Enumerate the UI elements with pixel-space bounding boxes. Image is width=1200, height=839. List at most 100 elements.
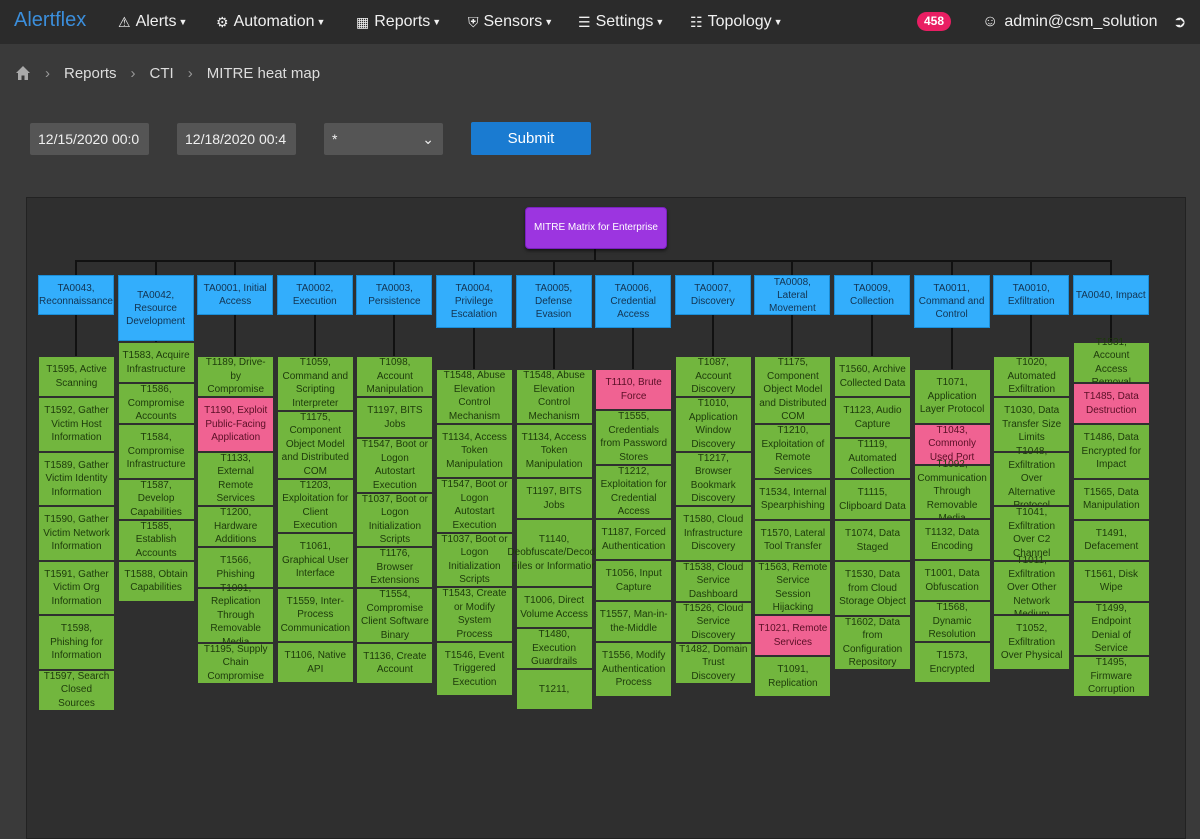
technique-cell[interactable]: T1134, Access Token Manipulation [515, 423, 593, 478]
technique-cell[interactable]: T1570, Lateral Tool Transfer [754, 519, 832, 561]
technique-cell[interactable]: T1115, Clipboard Data [834, 479, 911, 520]
technique-cell[interactable]: T1061, Graphical User Interface [276, 533, 354, 588]
technique-cell[interactable]: T1588, Obtain Capabilities [117, 560, 195, 602]
technique-cell[interactable]: T1098, Account Manipulation [356, 356, 434, 397]
technique-cell[interactable]: T1030, Data Transfer Size Limits [993, 397, 1071, 452]
technique-cell[interactable]: T1087, Account Discovery [674, 356, 752, 397]
sensor-select[interactable]: * ⌄ [324, 123, 443, 155]
technique-cell[interactable]: T1071, Application Layer Protocol [913, 369, 991, 424]
technique-cell[interactable]: T1559, Inter-Process Communication [276, 587, 354, 642]
technique-cell[interactable]: T1480, Execution Guardrails [515, 628, 593, 669]
technique-cell[interactable]: T1041, Exfiltration Over C2 Channel [993, 506, 1071, 561]
tactic-header[interactable]: TA0001, Initial Access [197, 275, 274, 315]
technique-cell[interactable]: T1037, Boot or Logon Initialization Scri… [356, 492, 434, 547]
technique-cell[interactable]: T1197, BITS Jobs [356, 397, 434, 438]
technique-cell[interactable]: T1123, Audio Capture [834, 397, 911, 438]
technique-cell[interactable]: T1176, Browser Extensions [356, 547, 434, 588]
technique-cell[interactable]: T1203, Exploitation for Client Execution [276, 478, 354, 533]
technique-cell[interactable]: T1563, Remote Service Session Hijacking [754, 560, 832, 615]
technique-cell[interactable]: T1175, Component Object Model and Distri… [276, 410, 354, 479]
brand-logo[interactable]: Alertflex [14, 9, 86, 32]
technique-cell[interactable]: T1543, Create or Modify System Process [436, 587, 513, 642]
technique-cell[interactable]: T1110, Brute Force [595, 369, 673, 410]
technique-cell[interactable]: T1555, Credentials from Password Stores [595, 410, 673, 465]
technique-cell[interactable]: T1195, Supply Chain Compromise [197, 642, 275, 684]
technique-cell[interactable]: T1037, Boot or Logon Initialization Scri… [436, 532, 513, 587]
technique-cell[interactable]: T1190, Exploit Public-Facing Application [197, 397, 275, 452]
technique-cell[interactable]: T1210, Exploitation of Remote Services [754, 424, 832, 479]
technique-cell[interactable]: T1011, Exfiltration Over Other Network M… [993, 555, 1071, 620]
technique-cell[interactable]: T1056, Input Capture [595, 560, 673, 601]
technique-cell[interactable]: T1187, Forced Authentication [595, 519, 673, 560]
technique-cell[interactable]: T1583, Acquire Infrastructure [117, 342, 195, 383]
technique-cell[interactable]: T1592, Gather Victim Host Information [38, 397, 115, 452]
technique-cell[interactable]: T1586, Compromise Accounts [117, 383, 195, 424]
technique-cell[interactable]: T1584, Compromise Infrastructure [117, 424, 195, 479]
technique-cell[interactable]: T1499, Endpoint Denial of Service [1072, 601, 1150, 656]
technique-cell[interactable]: T1491, Defacement [1072, 519, 1150, 561]
technique-cell[interactable]: T1197, BITS Jobs [515, 478, 593, 519]
technique-cell[interactable]: T1048, Exfiltration Over Alternative Pro… [993, 446, 1071, 511]
tactic-header[interactable]: TA0002, Execution [276, 275, 353, 315]
date-to-input[interactable]: 12/18/2020 00:4 [177, 123, 296, 155]
technique-cell[interactable]: T1587, Develop Capabilities [117, 478, 195, 520]
technique-cell[interactable]: T1547, Boot or Logon Autostart Execution [436, 478, 513, 533]
technique-cell[interactable]: T1001, Data Obfuscation [913, 560, 991, 601]
technique-cell[interactable]: T1132, Data Encoding [913, 519, 991, 560]
technique-cell[interactable]: T1598, Phishing for Information [38, 615, 115, 670]
nav-reports[interactable]: ▦ Reports ▼ [356, 0, 441, 44]
technique-cell[interactable]: T1526, Cloud Service Discovery [674, 601, 752, 643]
technique-cell[interactable]: T1211, [515, 669, 593, 710]
technique-cell[interactable]: T1052, Exfiltration Over Physical [993, 615, 1071, 670]
technique-cell[interactable]: T1602, Data from Configuration Repositor… [834, 615, 911, 670]
alerts-count-badge[interactable]: 458 [917, 12, 951, 31]
technique-cell[interactable]: T1547, Boot or Logon Autostart Execution [356, 438, 434, 493]
technique-cell[interactable]: T1119, Automated Collection [834, 438, 911, 479]
tactic-header[interactable]: TA0007, Discovery [674, 275, 751, 315]
technique-cell[interactable]: T1212, Exploitation for Credential Acces… [595, 464, 673, 519]
tactic-header[interactable]: TA0005, Defense Evasion [515, 275, 592, 328]
tactic-header[interactable]: TA0008, Lateral Movement [754, 275, 831, 315]
technique-cell[interactable]: T1548, Abuse Elevation Control Mechanism [515, 369, 593, 424]
nav-alerts[interactable]: ⚠ Alerts ▼ [118, 0, 187, 44]
technique-cell[interactable]: T1565, Data Manipulation [1072, 478, 1150, 520]
technique-cell[interactable]: T1495, Firmware Corruption [1072, 656, 1150, 697]
tactic-header[interactable]: TA0011, Command and Control [913, 275, 990, 328]
matrix-root-node[interactable]: MITRE Matrix for Enterprise [525, 207, 667, 249]
technique-cell[interactable]: T1557, Man-in-the-Middle [595, 601, 673, 642]
technique-cell[interactable]: T1485, Data Destruction [1072, 383, 1150, 424]
technique-cell[interactable]: T1580, Cloud Infrastructure Discovery [674, 506, 752, 561]
tactic-header[interactable]: TA0010, Exfiltration [993, 275, 1070, 315]
technique-cell[interactable]: T1560, Archive Collected Data [834, 356, 911, 397]
technique-cell[interactable]: T1059, Command and Scripting Interpreter [276, 356, 354, 411]
logout-icon[interactable]: ➲ [1173, 12, 1186, 32]
technique-cell[interactable]: T1140, Deobfuscate/Decode Files or Infor… [507, 519, 601, 587]
technique-cell[interactable]: T1590, Gather Victim Network Information [38, 506, 115, 561]
tactic-header[interactable]: TA0043, Reconnaissance [38, 275, 114, 315]
technique-cell[interactable]: T1597, Search Closed Sources [38, 669, 115, 711]
technique-cell[interactable]: T1534, Internal Spearphishing [754, 478, 832, 520]
technique-cell[interactable]: T1136, Create Account [356, 642, 434, 684]
technique-cell[interactable]: T1106, Native API [276, 642, 354, 683]
technique-cell[interactable]: T1591, Gather Victim Org Information [38, 560, 115, 615]
technique-cell[interactable]: T1554, Compromise Client Software Binary [356, 588, 434, 643]
technique-cell[interactable]: T1538, Cloud Service Dashboard [674, 560, 752, 602]
technique-cell[interactable]: T1189, Drive-by Compromise [197, 356, 275, 397]
technique-cell[interactable]: T1568, Dynamic Resolution [913, 601, 991, 642]
technique-cell[interactable]: T1530, Data from Cloud Storage Object [834, 561, 911, 616]
nav-sensors[interactable]: ⛨ Sensors ▼ [468, 0, 553, 44]
technique-cell[interactable]: T1561, Disk Wipe [1072, 560, 1150, 602]
user-menu[interactable]: ☺ admin@csm_solution [982, 0, 1158, 44]
breadcrumb-item-reports[interactable]: Reports [64, 65, 117, 82]
nav-automation[interactable]: ⚙ Automation ▼ [216, 0, 325, 44]
technique-cell[interactable]: T1091, Replication Through Removable Med… [197, 583, 275, 648]
tactic-header[interactable]: TA0003, Persistence [356, 275, 433, 315]
technique-cell[interactable]: T1092, Communication Through Removable M… [913, 459, 991, 524]
technique-cell[interactable]: T1546, Event Triggered Execution [436, 641, 513, 696]
technique-cell[interactable]: T1091, Replication [754, 656, 832, 697]
date-from-input[interactable]: 12/15/2020 00:0 [30, 123, 149, 155]
technique-cell[interactable]: T1006, Direct Volume Access [515, 587, 593, 628]
technique-cell[interactable]: T1020, Automated Exfiltration [993, 356, 1071, 397]
technique-cell[interactable]: T1556, Modify Authentication Process [595, 642, 673, 697]
technique-cell[interactable]: T1585, Establish Accounts [117, 519, 195, 561]
